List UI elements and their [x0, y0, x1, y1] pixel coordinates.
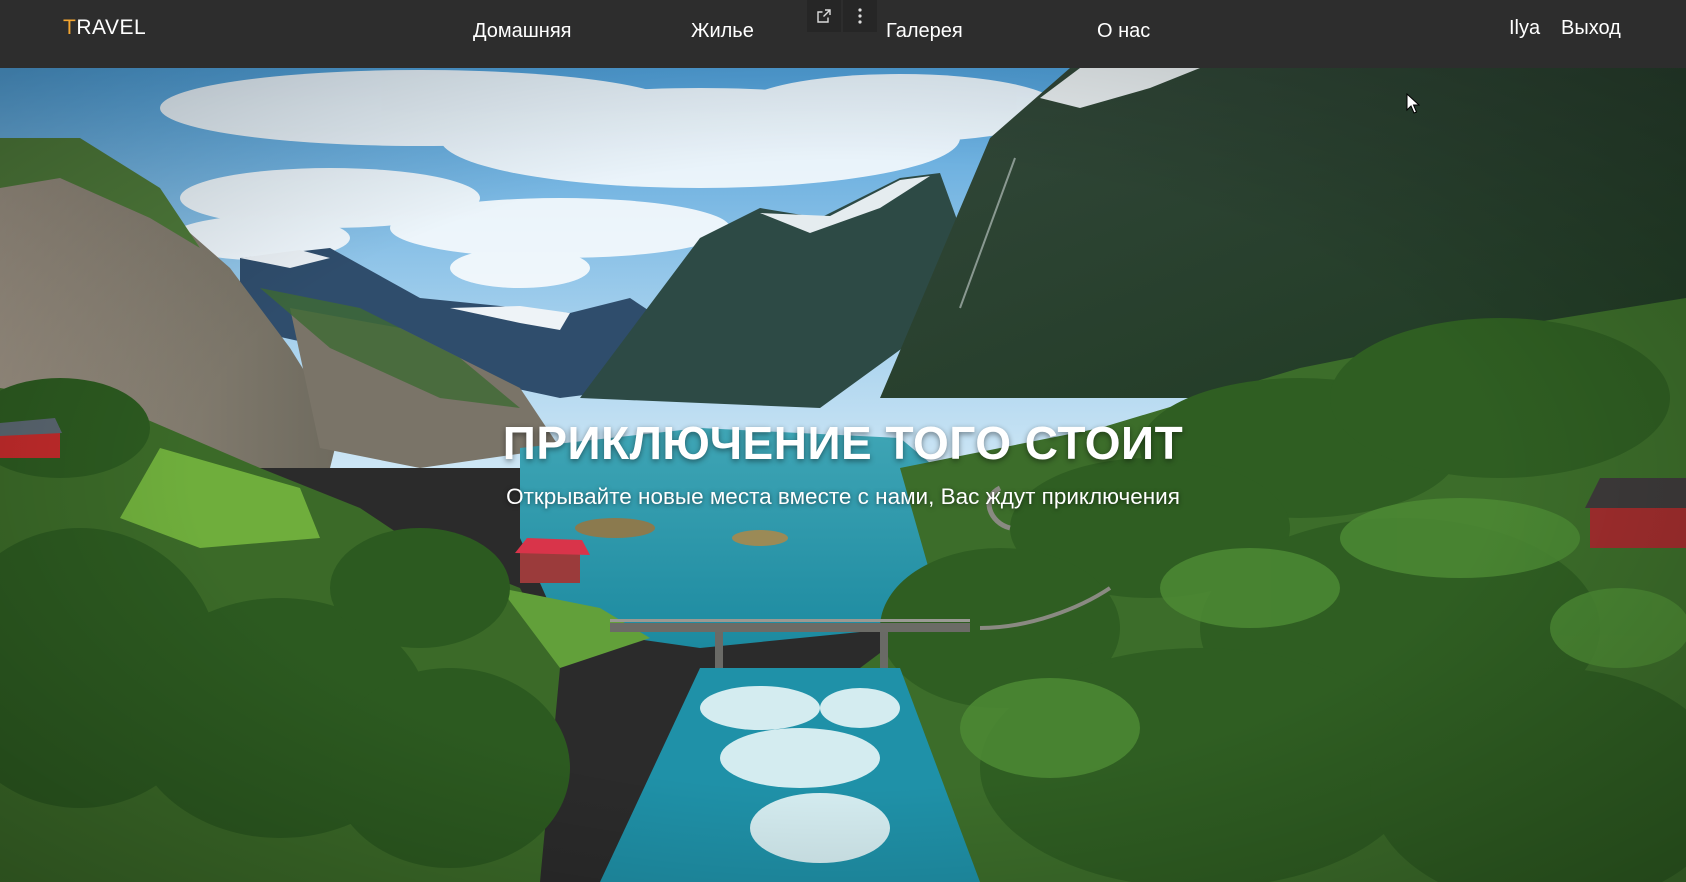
- more-options-button[interactable]: [843, 0, 877, 32]
- site-logo[interactable]: TRAVEL: [63, 16, 146, 40]
- more-vertical-icon: [858, 8, 862, 24]
- nav-link-housing[interactable]: Жилье: [691, 20, 754, 43]
- open-in-new-window-icon: [817, 9, 831, 23]
- hero-landscape-image: [0, 68, 1686, 882]
- user-name-link[interactable]: Ilya: [1509, 17, 1540, 40]
- top-navbar: TRAVEL Домашняя Жилье Галерея О нас Ilya…: [0, 0, 1686, 68]
- logout-link[interactable]: Выход: [1561, 17, 1621, 40]
- nav-link-gallery[interactable]: Галерея: [886, 20, 963, 43]
- mouse-pointer-icon: [1406, 93, 1420, 114]
- open-in-new-window-button[interactable]: [807, 0, 841, 32]
- hero-subtitle: Открывайте новые места вместе с нами, Ва…: [506, 484, 1180, 509]
- logo-text: RAVEL: [76, 16, 147, 39]
- hero-title: ПРИКЛЮЧЕНИЕ ТОГО СТОИТ: [502, 417, 1184, 469]
- hero-section: ПРИКЛЮЧЕНИЕ ТОГО СТОИТ Открывайте новые …: [0, 68, 1686, 882]
- logo-accent-letter: T: [63, 16, 77, 39]
- nav-link-about[interactable]: О нас: [1097, 20, 1150, 43]
- nav-link-home[interactable]: Домашняя: [473, 20, 572, 43]
